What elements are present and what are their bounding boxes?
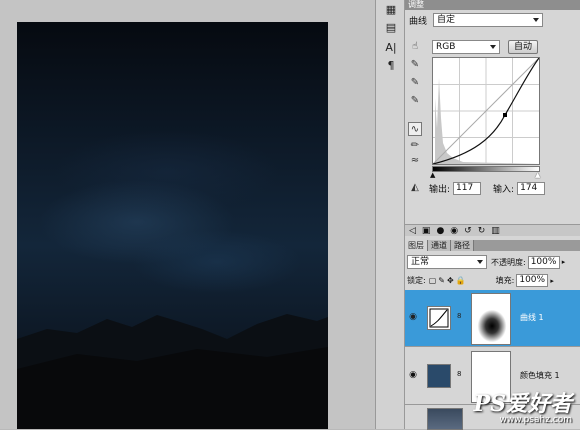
blend-mode-select[interactable]: 正常	[407, 255, 487, 269]
layer-row-curves[interactable]: ◉ 8 曲线 1	[405, 290, 580, 347]
layer-thumbnail[interactable]	[427, 408, 463, 430]
layer-mask-thumbnail[interactable]	[471, 293, 511, 345]
opacity-label: 不透明度:	[491, 257, 526, 267]
clip-layer-icon[interactable]: ●	[436, 226, 444, 236]
panel-view-icon[interactable]: ▣	[422, 226, 431, 236]
channel-select[interactable]: RGB	[432, 40, 500, 54]
input-field[interactable]: 174	[517, 182, 546, 195]
curves-adjustment-icon	[427, 306, 451, 330]
panel-icon[interactable]: ▤	[381, 20, 401, 36]
layers-tabbar: 图层 通道 路径	[405, 240, 580, 251]
white-eyedropper-icon[interactable]: ✎	[408, 94, 422, 108]
auto-button[interactable]: 自动	[508, 40, 538, 54]
gray-eyedropper-icon[interactable]: ✎	[408, 76, 422, 90]
panel-title: 调整	[405, 0, 580, 10]
curve-edit-icon[interactable]: ∿	[408, 122, 422, 136]
back-icon[interactable]: ◁	[409, 226, 416, 236]
eye-icon[interactable]: ◉	[408, 312, 418, 322]
input-label: 输入:	[493, 185, 515, 195]
tab-channels[interactable]: 通道	[428, 240, 451, 251]
lock-transparency-icon[interactable]: ▢	[429, 276, 437, 285]
preset-select[interactable]: 自定	[433, 13, 543, 27]
lock-all-icon[interactable]: 🔒	[456, 276, 466, 285]
white-point-slider[interactable]: ▲	[535, 171, 540, 179]
lock-label: 锁定:	[407, 276, 426, 285]
adjustments-panel: 调整 曲线 自定 ☝ RGB 自动 ✎ ✎ ✎ ∿ ✏ ≈ ◭ ▲ ▲ 输出: …	[405, 0, 580, 430]
panel-dock-strip: ▦ ▤ A| ¶	[375, 0, 405, 429]
canvas-area[interactable]	[0, 0, 375, 429]
previous-state-icon[interactable]: ↺	[464, 226, 472, 236]
on-image-adjust-icon[interactable]: ☝	[408, 40, 422, 54]
tab-layers[interactable]: 图层	[405, 240, 428, 251]
opacity-arrow-icon[interactable]: ▸	[562, 258, 566, 266]
delete-icon[interactable]: ▥	[491, 226, 500, 236]
eye-icon[interactable]: ◉	[408, 370, 418, 380]
watermark: PS爱好者 www.psahz.com	[474, 393, 572, 425]
panel-icon[interactable]: ▦	[381, 2, 401, 18]
pencil-icon[interactable]: ✏	[408, 139, 422, 153]
tab-paths[interactable]: 路径	[451, 240, 474, 251]
character-icon[interactable]: A|	[381, 40, 401, 56]
layer-name[interactable]: 曲线 1	[520, 312, 544, 323]
lock-position-icon[interactable]: ✥	[447, 276, 454, 285]
smooth-icon[interactable]: ≈	[408, 154, 422, 168]
layer-name[interactable]: 颜色填充 1	[520, 370, 560, 381]
opacity-field[interactable]: 100%	[527, 255, 560, 269]
watermark-brand: PS爱好者	[473, 391, 572, 417]
lock-pixels-icon[interactable]: ✎	[438, 276, 445, 285]
input-gradient-bar	[432, 166, 540, 172]
visibility-icon[interactable]: ◉	[450, 226, 458, 236]
color-fill-swatch[interactable]	[427, 364, 451, 388]
link-icon[interactable]: 8	[457, 312, 461, 320]
paragraph-icon[interactable]: ¶	[381, 58, 401, 74]
reset-icon[interactable]: ↻	[478, 226, 486, 236]
fill-arrow-icon[interactable]: ▸	[550, 277, 554, 285]
document-image[interactable]	[17, 22, 328, 429]
mountain-silhouette	[17, 314, 328, 429]
output-field[interactable]: 117	[453, 182, 482, 195]
preset-label: 曲线	[409, 16, 428, 27]
black-point-slider[interactable]: ▲	[430, 171, 435, 179]
link-icon[interactable]: 8	[457, 370, 461, 378]
black-eyedropper-icon[interactable]: ✎	[408, 58, 422, 72]
fill-field[interactable]: 100%	[516, 274, 549, 287]
curve-point[interactable]	[503, 113, 507, 117]
fill-label: 填充:	[495, 276, 515, 285]
curve-graph[interactable]	[432, 57, 540, 165]
output-label: 输出:	[429, 185, 451, 195]
